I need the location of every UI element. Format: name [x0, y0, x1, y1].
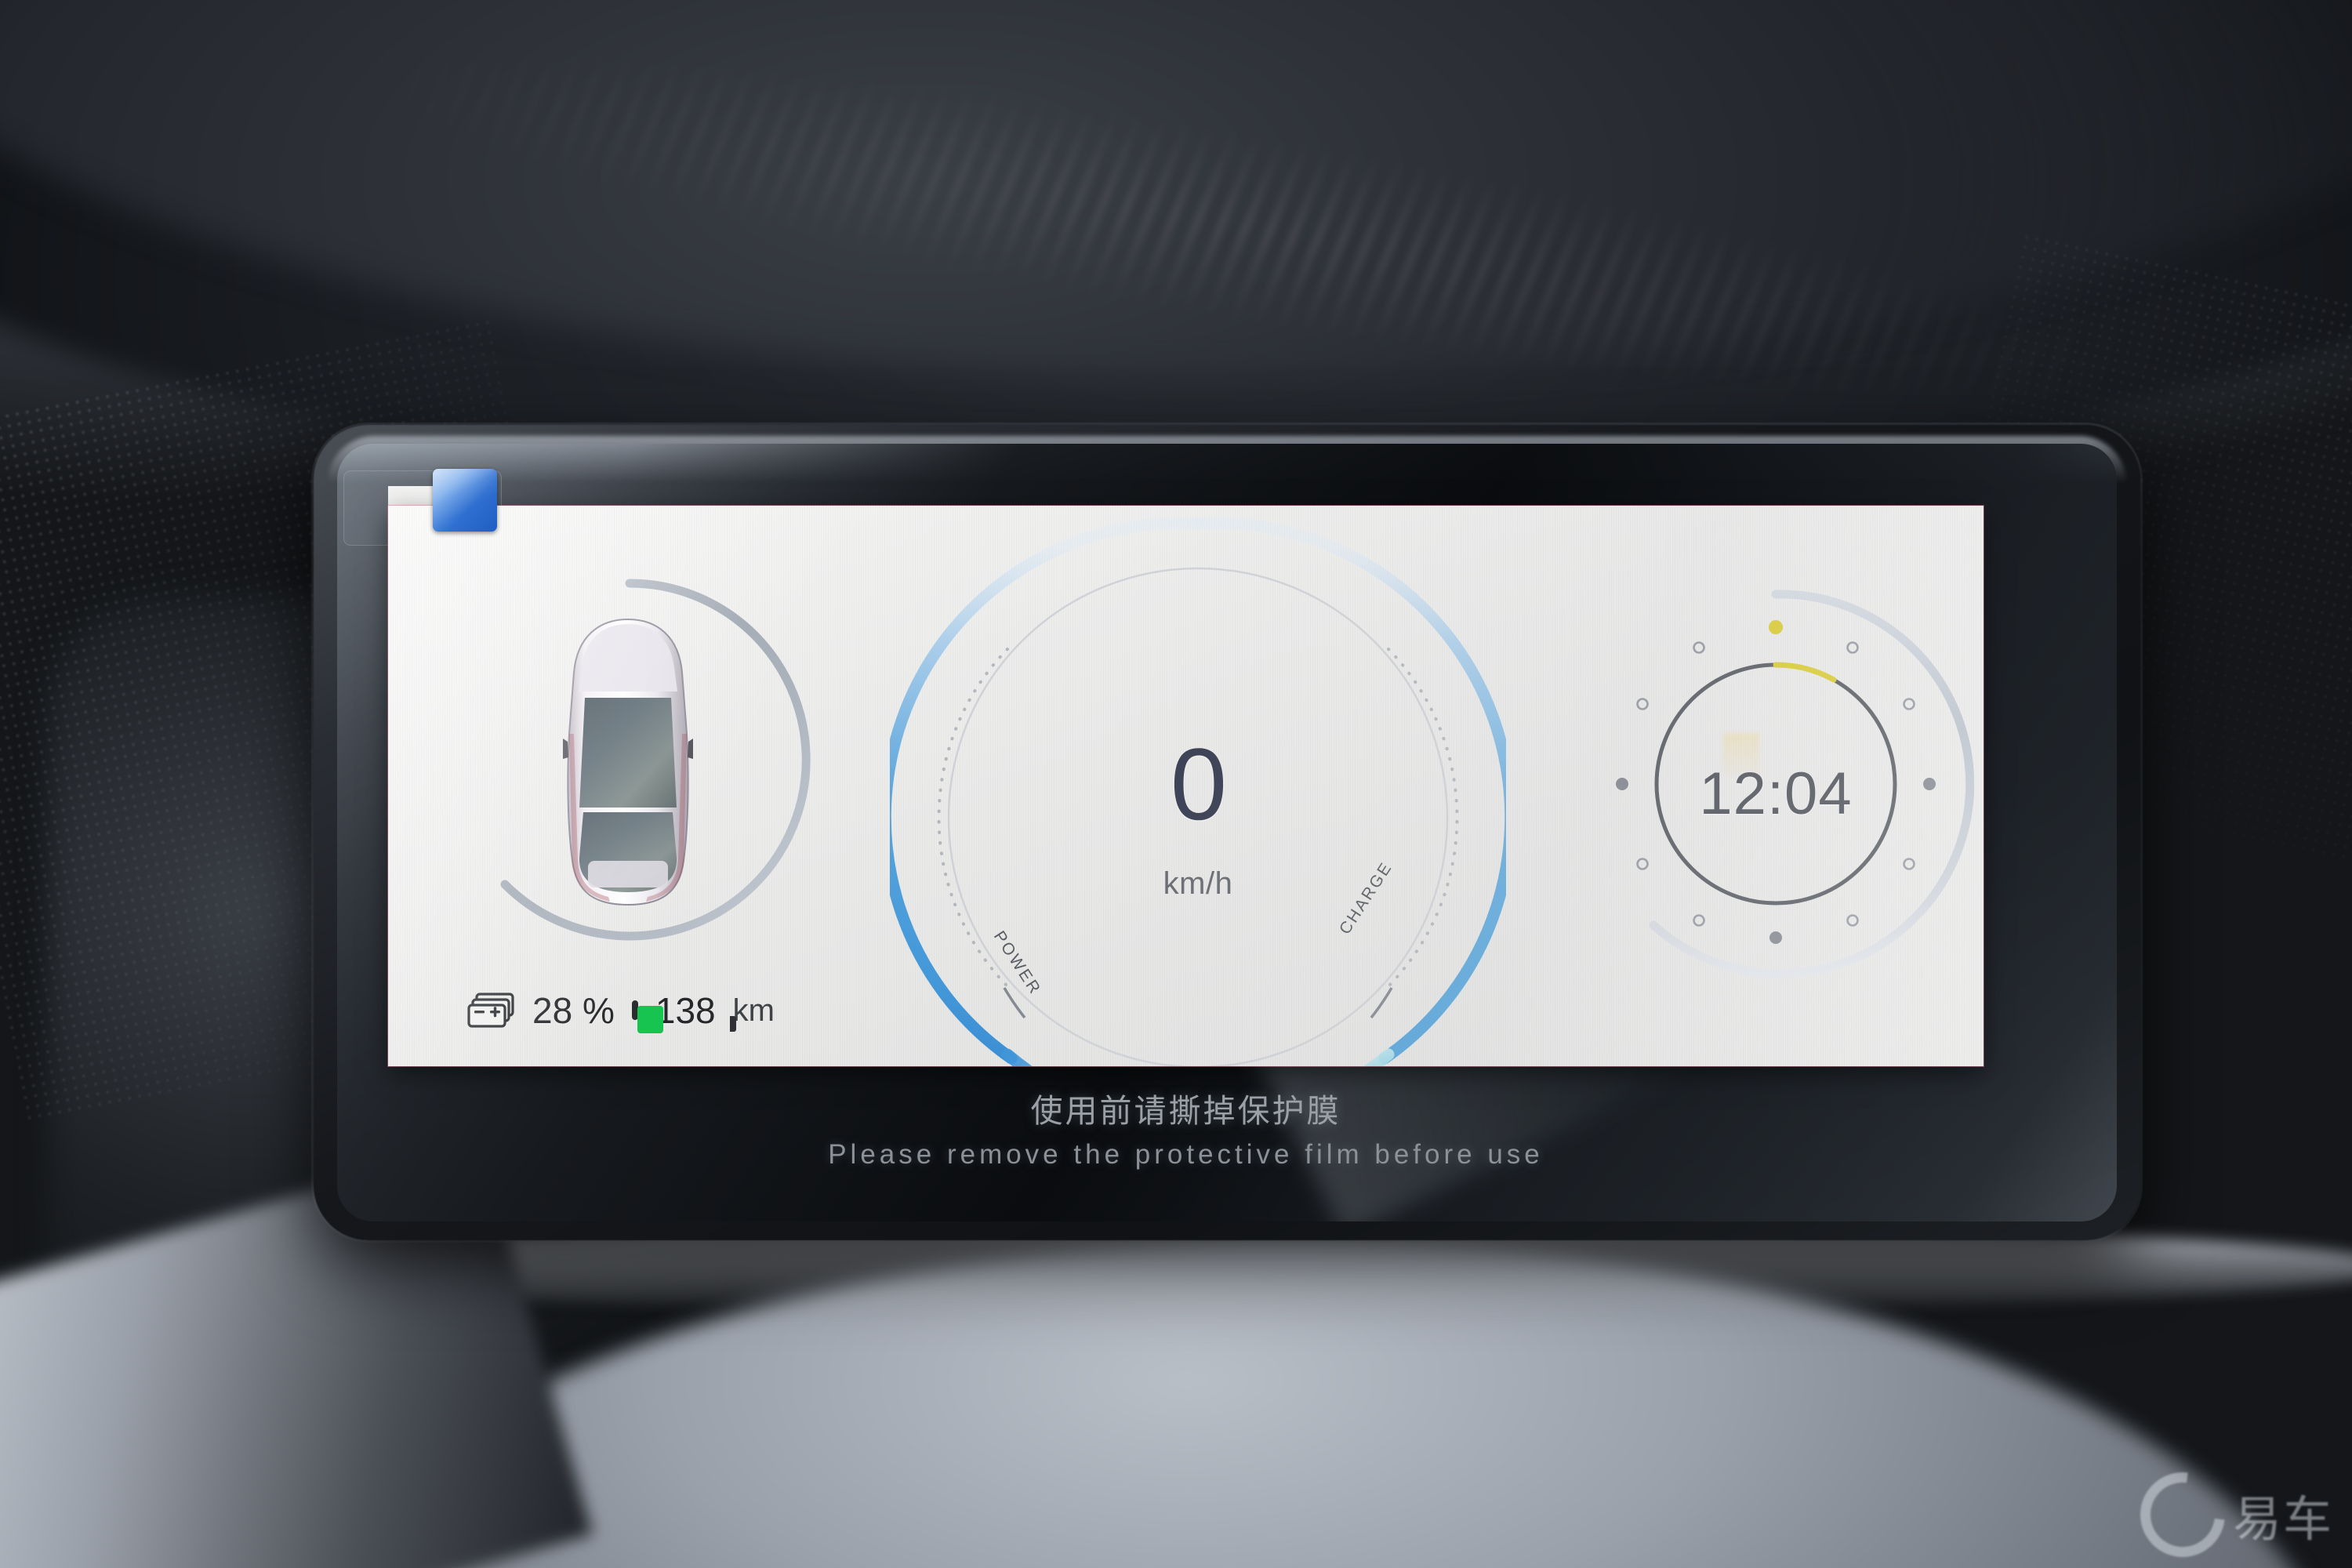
watermark-logo-icon — [2123, 1455, 2242, 1568]
caption-chinese: 使用前请撕掉保护膜 — [1030, 1093, 1341, 1129]
watermark: 易车 — [2123, 1455, 2333, 1568]
range-value: 138 — [655, 990, 716, 1031]
watermark-text: 易车 — [2232, 1490, 2333, 1548]
battery-percent: 28 % — [532, 990, 615, 1031]
caption-english: Please remove the protective film before… — [828, 1139, 1544, 1171]
battery-level-bar — [631, 1000, 664, 1033]
status-bar: 28 % 138 km — [466, 989, 775, 1033]
film-tab-highlight — [433, 469, 497, 532]
film-caption: 使用前请撕掉保护膜 Please remove the protective f… — [388, 1091, 1984, 1171]
clock-time: 12:04 — [1699, 760, 1853, 827]
battery-terminal — [729, 1016, 736, 1032]
speed-unit-label: km/h — [1163, 866, 1233, 901]
range-unit: km — [732, 993, 775, 1028]
speed-value: 0 — [1170, 727, 1227, 841]
lcd-panel[interactable]: 0 km/h POWER CHARGE 12:04 28 % 138 km — [388, 506, 1984, 1066]
car-top-view-icon — [563, 618, 693, 906]
battery-cells-icon — [467, 993, 514, 1028]
cabin-scene: 0 km/h POWER CHARGE 12:04 28 % 138 km 使用… — [0, 0, 2352, 1568]
battery-level-fill — [637, 1006, 664, 1033]
